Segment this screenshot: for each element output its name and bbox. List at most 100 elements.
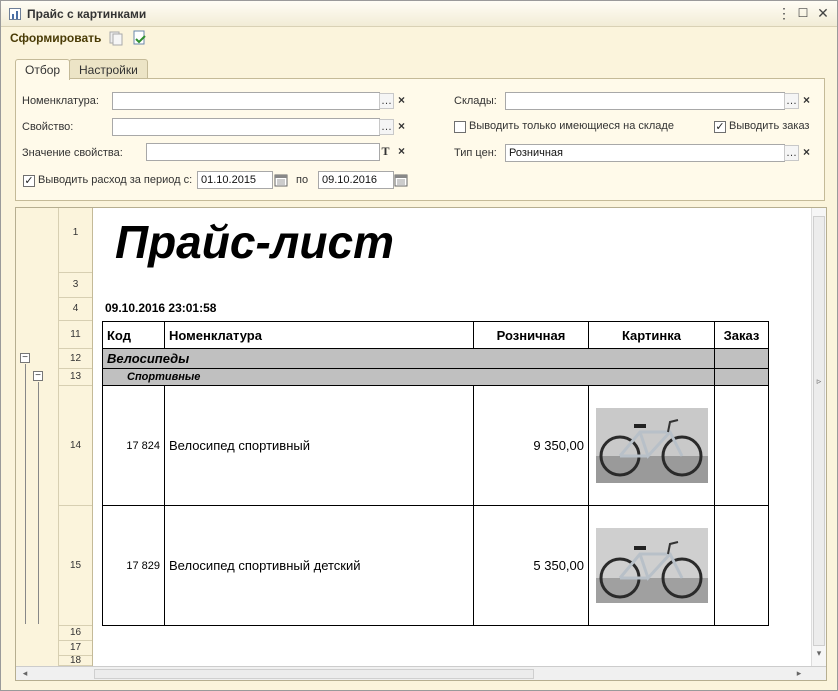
nomenclature-label: Номенклатура: <box>22 95 99 107</box>
title-bar: Прайс с картинками ⋮ ☐ ✕ <box>1 1 837 27</box>
report-datetime: 09.10.2016 23:01:58 <box>105 301 217 315</box>
show-order-label: Выводить заказ <box>729 120 810 132</box>
collapse-group-icon[interactable]: − <box>20 353 30 363</box>
row-number[interactable]: 1 <box>59 208 92 273</box>
period-to-label: по <box>296 174 309 186</box>
period-checkbox[interactable]: ✓ <box>23 175 35 187</box>
scroll-down-icon[interactable]: ▾ <box>812 648 826 659</box>
warehouses-field[interactable] <box>505 92 785 110</box>
tab-settings[interactable]: Настройки <box>69 59 148 79</box>
window-title: Прайс с картинками <box>27 7 147 21</box>
warehouses-clear-icon[interactable]: × <box>800 93 813 109</box>
row-number[interactable]: 15 <box>59 506 92 626</box>
price-type-field[interactable]: Розничная <box>505 144 785 162</box>
property-field[interactable] <box>112 118 380 136</box>
item-price[interactable]: 5 350,00 <box>473 505 589 626</box>
column-header-nomenclature[interactable]: Номенклатура <box>164 321 474 349</box>
report-window: Прайс с картинками ⋮ ☐ ✕ Сформировать От… <box>0 0 838 691</box>
column-header-code[interactable]: Код <box>102 321 165 349</box>
filter-panel: Номенклатура: … × Свойство: … × Значение… <box>15 78 825 201</box>
report-icon <box>9 8 21 20</box>
property-select-button[interactable]: … <box>379 119 394 135</box>
row-number[interactable]: 12 <box>59 349 92 369</box>
item-picture-cell[interactable] <box>588 505 715 626</box>
grouping-column: − − <box>16 208 59 666</box>
group-order-cell[interactable] <box>714 348 769 369</box>
table-row: 17 824 Велосипед спортивный 9 350,00 <box>102 385 769 506</box>
vertical-scroll-thumb[interactable] <box>813 216 825 646</box>
only-in-stock-checkbox[interactable] <box>454 121 466 133</box>
row-number[interactable]: 3 <box>59 273 92 298</box>
item-name[interactable]: Велосипед спортивный детский <box>164 505 474 626</box>
column-header-price[interactable]: Розничная <box>473 321 589 349</box>
horizontal-scroll-thumb[interactable] <box>94 669 534 679</box>
row-number[interactable]: 14 <box>59 386 92 506</box>
horizontal-scrollbar[interactable]: ◂ ▸ <box>16 666 826 680</box>
close-icon[interactable]: ✕ <box>815 5 831 21</box>
period-to-field[interactable]: 09.10.2016 <box>318 171 394 189</box>
collapse-subgroup-icon[interactable]: − <box>33 371 43 381</box>
subgroup-name[interactable]: Спортивные <box>102 368 715 386</box>
item-price[interactable]: 9 350,00 <box>473 385 589 506</box>
item-order-cell[interactable] <box>714 505 769 626</box>
group-line <box>25 364 26 624</box>
group-name[interactable]: Велосипеды <box>102 348 715 369</box>
period-checkbox-label: Выводить расход за период с: <box>38 174 193 186</box>
scroll-right-icon[interactable]: ▸ <box>792 668 806 679</box>
row-number[interactable]: 13 <box>59 369 92 386</box>
generate-button[interactable]: Сформировать <box>10 31 101 45</box>
item-code[interactable]: 17 824 <box>102 385 165 506</box>
bicycle-photo <box>595 408 708 483</box>
item-code[interactable]: 17 829 <box>102 505 165 626</box>
item-order-cell[interactable] <box>714 385 769 506</box>
table-header-row: Код Номенклатура Розничная Картинка Зака… <box>102 321 769 349</box>
item-name[interactable]: Велосипед спортивный <box>164 385 474 506</box>
row-number[interactable]: 11 <box>59 321 92 349</box>
price-type-label: Тип цен: <box>454 147 497 159</box>
row-number[interactable]: 4 <box>59 298 92 321</box>
report-title: Прайс-лист <box>115 216 394 268</box>
property-value-clear-icon[interactable]: × <box>395 144 408 160</box>
row-header-column: 1 3 4 11 12 13 14 15 16 17 18 <box>59 208 93 666</box>
warehouses-select-button[interactable]: … <box>784 93 799 109</box>
show-order-checkbox[interactable]: ✓ <box>714 121 726 133</box>
calendar-icon[interactable] <box>274 173 288 187</box>
scroll-right-indicator-icon: ▹ <box>816 376 822 386</box>
price-type-select-button[interactable]: … <box>784 145 799 161</box>
warehouses-label: Склады: <box>454 95 497 107</box>
maximize-icon[interactable]: ☐ <box>795 5 811 21</box>
item-picture-cell[interactable] <box>588 385 715 506</box>
sheet-content: Прайс-лист 09.10.2016 23:01:58 Код Номен… <box>93 208 811 666</box>
tab-filter[interactable]: Отбор <box>15 59 71 80</box>
nomenclature-clear-icon[interactable]: × <box>395 93 408 109</box>
property-clear-icon[interactable]: × <box>395 119 408 135</box>
group-row: Велосипеды <box>102 348 769 369</box>
property-value-label: Значение свойства: <box>22 147 123 159</box>
bicycle-photo <box>595 528 708 603</box>
calendar-icon[interactable] <box>394 173 408 187</box>
toolbar: Сформировать <box>1 27 837 51</box>
subgroup-order-cell[interactable] <box>714 368 769 386</box>
more-icon[interactable]: ⋮ <box>776 5 792 21</box>
price-table: Код Номенклатура Розничная Картинка Зака… <box>102 321 769 626</box>
column-header-picture[interactable]: Картинка <box>588 321 715 349</box>
property-value-field[interactable] <box>146 143 380 161</box>
table-row: 17 829 Велосипед спортивный детский 5 35… <box>102 505 769 626</box>
spreadsheet-document[interactable]: − − 1 3 4 11 12 13 14 15 16 17 18 Прайс-… <box>15 207 827 681</box>
property-label: Свойство: <box>22 121 74 133</box>
text-type-icon[interactable]: T <box>379 144 392 160</box>
row-number[interactable]: 16 <box>59 626 92 641</box>
copy-icon[interactable] <box>108 30 124 46</box>
vertical-scrollbar[interactable]: ▹ ▾ <box>811 208 826 666</box>
subgroup-line <box>38 382 39 624</box>
nomenclature-select-button[interactable]: … <box>379 93 394 109</box>
row-number[interactable]: 17 <box>59 641 92 656</box>
only-in-stock-label: Выводить только имеющиеся на складе <box>469 120 674 132</box>
scroll-left-icon[interactable]: ◂ <box>18 668 32 679</box>
price-type-clear-icon[interactable]: × <box>800 145 813 161</box>
save-to-file-icon[interactable] <box>131 30 147 46</box>
column-header-order[interactable]: Заказ <box>714 321 769 349</box>
period-from-field[interactable]: 01.10.2015 <box>197 171 273 189</box>
nomenclature-field[interactable] <box>112 92 380 110</box>
row-number[interactable]: 18 <box>59 656 92 666</box>
